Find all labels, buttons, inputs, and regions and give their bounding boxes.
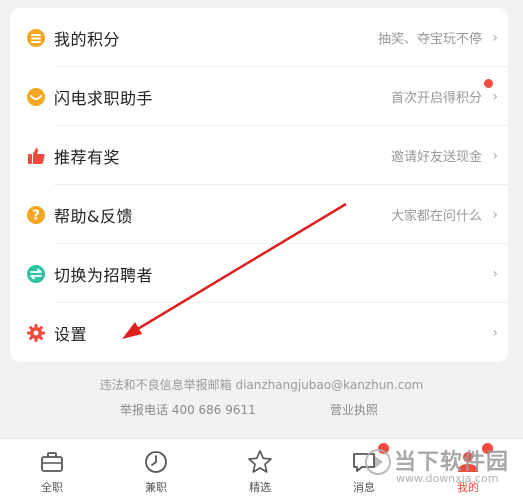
menu-item-job-assistant[interactable]: 闪电求职助手 首次开启得积分 › xyxy=(10,67,508,126)
chevron-right-icon: › xyxy=(492,29,498,46)
tab-label: 全职 xyxy=(41,481,63,494)
report-phone-text: 举报电话 400 686 9611 xyxy=(120,403,256,417)
clock-icon xyxy=(145,451,167,473)
watermark-url: www.downxia.com xyxy=(396,472,499,485)
watermark: 当下软件园 www.downxia.com xyxy=(360,438,523,500)
svg-text:?: ? xyxy=(32,208,40,223)
menu-item-hint: 邀请好友送现金 xyxy=(390,150,482,165)
tab-fulltime[interactable]: 全职 xyxy=(0,439,104,501)
menu-item-help-feedback[interactable]: ? 帮助&反馈 大家都在问什么 › xyxy=(10,185,508,244)
thumbs-up-icon xyxy=(28,147,45,164)
notification-dot xyxy=(484,79,493,88)
chevron-right-icon: › xyxy=(492,88,498,105)
menu-item-switch-recruiter[interactable]: 切换为招聘者 › xyxy=(10,244,508,303)
report-email-text: 违法和不良信息举报邮箱 dianzhangjubao@kanzhun.com xyxy=(99,378,424,392)
switch-icon xyxy=(27,264,45,283)
briefcase-icon xyxy=(41,452,63,472)
chevron-right-icon: › xyxy=(492,324,498,341)
menu-item-points[interactable]: 我的积分 抽奖、夺宝玩不停 › xyxy=(10,8,508,67)
menu-item-hint: 首次开启得积分 xyxy=(390,91,482,106)
chevron-right-icon: › xyxy=(492,206,498,223)
menu-card: 我的积分 抽奖、夺宝玩不停 › 闪电求职助手 首次开启得积分 › 推荐有奖 邀请… xyxy=(10,8,508,362)
menu-item-hint: 抽奖、夺宝玩不停 xyxy=(377,32,482,47)
menu-item-label: 切换为招聘者 xyxy=(54,265,154,285)
menu-item-settings[interactable]: 设置 › xyxy=(10,303,508,362)
business-license-link[interactable]: 营业执照 xyxy=(330,401,378,418)
menu-item-label: 推荐有奖 xyxy=(54,147,121,167)
tab-label: 精选 xyxy=(249,481,271,494)
menu-item-label: 我的积分 xyxy=(54,29,121,49)
help-icon: ? xyxy=(27,205,45,224)
chevron-right-icon: › xyxy=(492,265,498,282)
chevron-right-icon: › xyxy=(492,147,498,164)
menu-item-label: 设置 xyxy=(54,324,88,344)
menu-item-label: 帮助&反馈 xyxy=(54,206,133,226)
tab-parttime[interactable]: 兼职 xyxy=(104,439,208,501)
tab-featured[interactable]: 精选 xyxy=(208,439,312,501)
watermark-logo-icon xyxy=(365,449,391,475)
star-icon xyxy=(248,450,272,473)
menu-item-label: 闪电求职助手 xyxy=(54,88,154,108)
menu-item-hint: 大家都在问什么 xyxy=(390,209,482,224)
menu-item-referral[interactable]: 推荐有奖 邀请好友送现金 › xyxy=(10,126,508,185)
assistant-icon xyxy=(27,87,45,106)
gear-icon xyxy=(27,323,45,342)
coin-icon xyxy=(27,28,45,47)
tab-label: 兼职 xyxy=(145,481,167,494)
